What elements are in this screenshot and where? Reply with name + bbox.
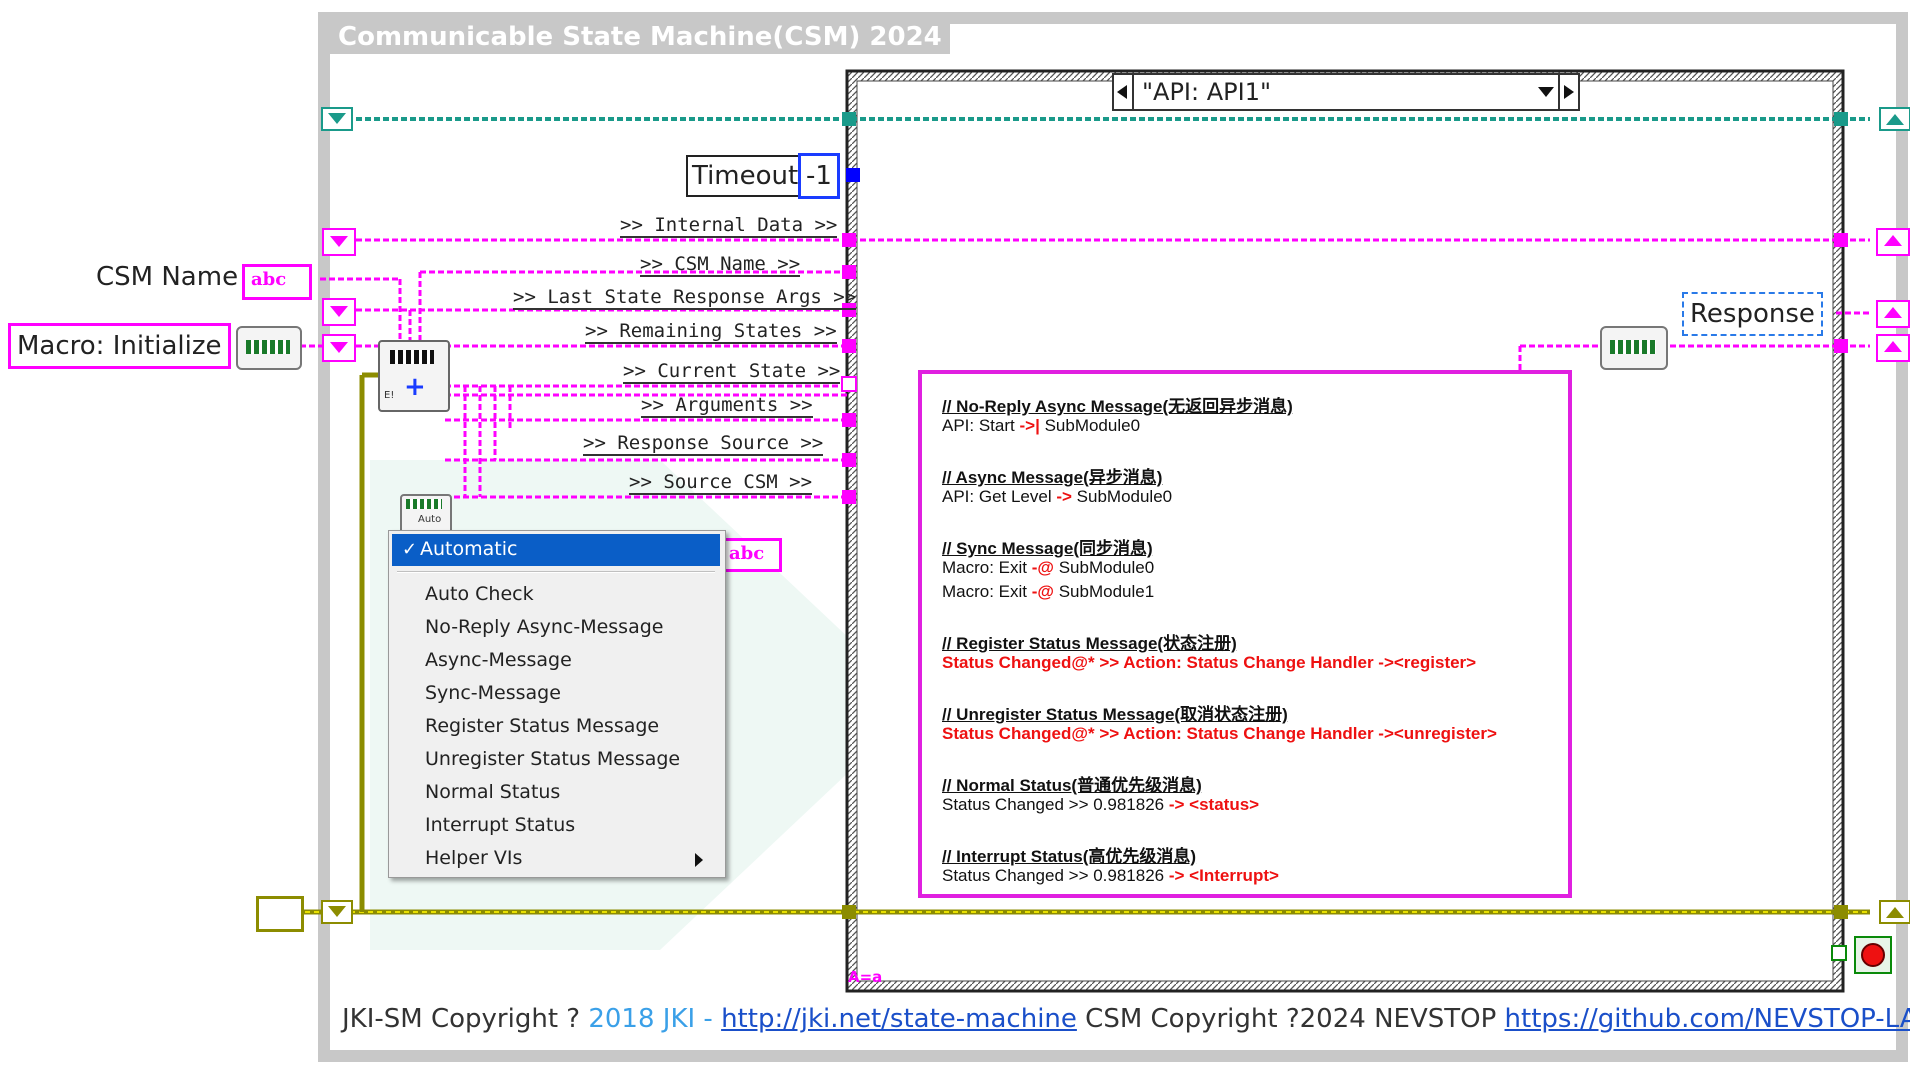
build-message-icon[interactable] — [236, 326, 302, 370]
comment-line: Status Changed@* >> Action: Status Chang… — [942, 653, 1476, 673]
response-indicator[interactable]: Response — [1682, 292, 1823, 336]
comment-operator: -> <status> — [1168, 795, 1260, 814]
comment-operator: -@ — [1031, 582, 1054, 601]
footer-jki-link[interactable]: http://jki.net/state-machine — [721, 1004, 1077, 1034]
wire-label-remaining-states: >> Remaining States >> — [585, 320, 837, 344]
error-cluster-constant — [256, 896, 304, 932]
comment-operator: -> <Interrupt> — [1168, 866, 1279, 885]
footer-csm-link[interactable]: https://github.com/NEVSTOP-LAB — [1505, 1004, 1910, 1034]
tunnel-remaining-states-left — [322, 334, 356, 362]
timeout-label: Timeout — [686, 155, 805, 197]
tunnel-last-response-left — [322, 298, 356, 326]
menu-item-interrupt-status[interactable]: Interrupt Status — [425, 814, 575, 836]
parse-state-queue-node[interactable]: + E! — [378, 340, 450, 412]
wire-label-last-state-response-args: >> Last State Response Args >> — [513, 286, 857, 310]
menu-item-helper-vis[interactable]: Helper VIs — [425, 847, 522, 869]
timeout-constant[interactable]: -1 — [798, 153, 840, 199]
footer-copyright: JKI-SM Copyright ? 2018 JKI - http://jki… — [342, 1004, 1910, 1034]
comment-operator: Status Changed@* >> Action: Status Chang… — [942, 724, 1497, 743]
frame-title: Communicable State Machine(CSM) 2024 — [330, 20, 950, 54]
chevron-down-icon[interactable] — [1538, 87, 1554, 97]
menu-item-no-reply-async[interactable]: No-Reply Async-Message — [425, 616, 663, 638]
wire-label-internal-data: >> Internal Data >> — [620, 214, 838, 238]
comment-text: API: Start — [942, 416, 1020, 435]
comment-target: SubModule0 — [1054, 558, 1155, 577]
increment-arrow-icon[interactable] — [1558, 75, 1578, 109]
abc-string-constant: abc — [722, 538, 782, 572]
tunnel-internal-data-right — [1876, 228, 1910, 256]
footer-jki-year: 2018 JKI - — [588, 1004, 722, 1034]
wire-label-csm-name: >> CSM Name >> — [640, 253, 801, 277]
menu-item-automatic[interactable]: ✓ Automatic — [392, 534, 720, 566]
abc-string-constant-text: abc — [729, 543, 765, 564]
response-build-icon[interactable] — [1600, 326, 1668, 370]
loop-iteration-label: A=a — [848, 968, 883, 986]
comment-text: Status Changed >> 0.981826 — [942, 866, 1169, 885]
comment-text: Macro: Exit — [942, 558, 1032, 577]
menu-item-register-status[interactable]: Register Status Message — [425, 715, 659, 737]
wire-label-current-state: >> Current State >> — [623, 360, 841, 384]
wire-label-response-source: >> Response Source >> — [583, 432, 824, 456]
csm-name-terminal-text: abc — [251, 269, 287, 290]
comment-heading: // Interrupt Status(高优先级消息) — [942, 847, 1197, 866]
comment-heading: // Normal Status(普通优先级消息) — [942, 776, 1202, 795]
checkmark-icon: ✓ — [402, 539, 418, 560]
wire-label-source-csm: >> Source CSM >> — [629, 471, 813, 495]
tunnel-last-response-right — [1876, 300, 1910, 328]
auto-badge: Auto — [418, 514, 442, 525]
comment-line: Macro: Exit -@ SubModule1 — [942, 582, 1154, 602]
comment-box: // No-Reply Async Message(无返回异步消息) API: S… — [918, 370, 1572, 898]
submenu-arrow-icon — [695, 853, 703, 867]
decrement-arrow-icon[interactable] — [1114, 75, 1134, 109]
comment-heading: // Sync Message(同步消息) — [942, 539, 1153, 558]
comment-operator: ->| — [1019, 416, 1040, 435]
context-menu[interactable]: ✓ Automatic Auto Check No-Reply Async-Me… — [388, 530, 726, 878]
comment-line: Status Changed@* >> Action: Status Chang… — [942, 724, 1497, 744]
menu-item-automatic-label: Automatic — [420, 538, 518, 560]
menu-item-normal-status[interactable]: Normal Status — [425, 781, 560, 803]
comment-operator: -@ — [1031, 558, 1054, 577]
comment-heading: // Unregister Status Message(取消状态注册) — [942, 705, 1288, 724]
menu-item-auto-check[interactable]: Auto Check — [425, 583, 534, 605]
comment-text: Status Changed >> 0.981826 — [942, 795, 1169, 814]
comment-text: API: Get Level — [942, 487, 1057, 506]
comment-text: Macro: Exit — [942, 582, 1032, 601]
comment-line: Status Changed >> 0.981826 -> <Interrupt… — [942, 866, 1279, 886]
comment-heading: // Async Message(异步消息) — [942, 468, 1163, 487]
wire-label-arguments: >> Arguments >> — [641, 394, 813, 418]
comment-operator: -> — [1056, 487, 1072, 506]
message-type-vi[interactable]: Auto — [400, 494, 452, 534]
comment-target: SubModule0 — [1039, 416, 1141, 435]
comment-heading: // Register Status Message(状态注册) — [942, 634, 1237, 653]
stop-button-icon[interactable] — [1854, 936, 1892, 974]
menu-separator — [397, 571, 715, 573]
case-selector-label: "API: API1" — [1142, 78, 1271, 106]
csm-name-terminal[interactable]: abc — [242, 264, 312, 300]
menu-item-sync[interactable]: Sync-Message — [425, 682, 561, 704]
comment-target: SubModule1 — [1054, 582, 1155, 601]
menu-item-async[interactable]: Async-Message — [425, 649, 572, 671]
tunnel-internal-data-left — [322, 228, 356, 256]
case-selector[interactable]: "API: API1" — [1112, 73, 1580, 111]
comment-target: SubModule0 — [1071, 487, 1173, 506]
comment-line: Macro: Exit -@ SubModule0 — [942, 558, 1154, 578]
comment-line: API: Get Level -> SubModule0 — [942, 487, 1172, 507]
comment-heading: // No-Reply Async Message(无返回异步消息) — [942, 397, 1293, 416]
tunnel-remaining-states-right — [1876, 334, 1910, 362]
macro-initialize-constant[interactable]: Macro: Initialize — [8, 323, 231, 369]
comment-line: Status Changed >> 0.981826 -> <status> — [942, 795, 1259, 815]
comment-operator: Status Changed@* >> Action: Status Chang… — [942, 653, 1477, 672]
footer-csm-text: CSM Copyright ?2024 NEVSTOP — [1076, 1004, 1505, 1034]
menu-item-unregister-status[interactable]: Unregister Status Message — [425, 748, 680, 770]
csm-name-label: CSM Name — [96, 262, 239, 292]
comment-line: API: Start ->| SubModule0 — [942, 416, 1140, 436]
footer-jki-prefix: JKI-SM Copyright ? — [342, 1004, 589, 1034]
